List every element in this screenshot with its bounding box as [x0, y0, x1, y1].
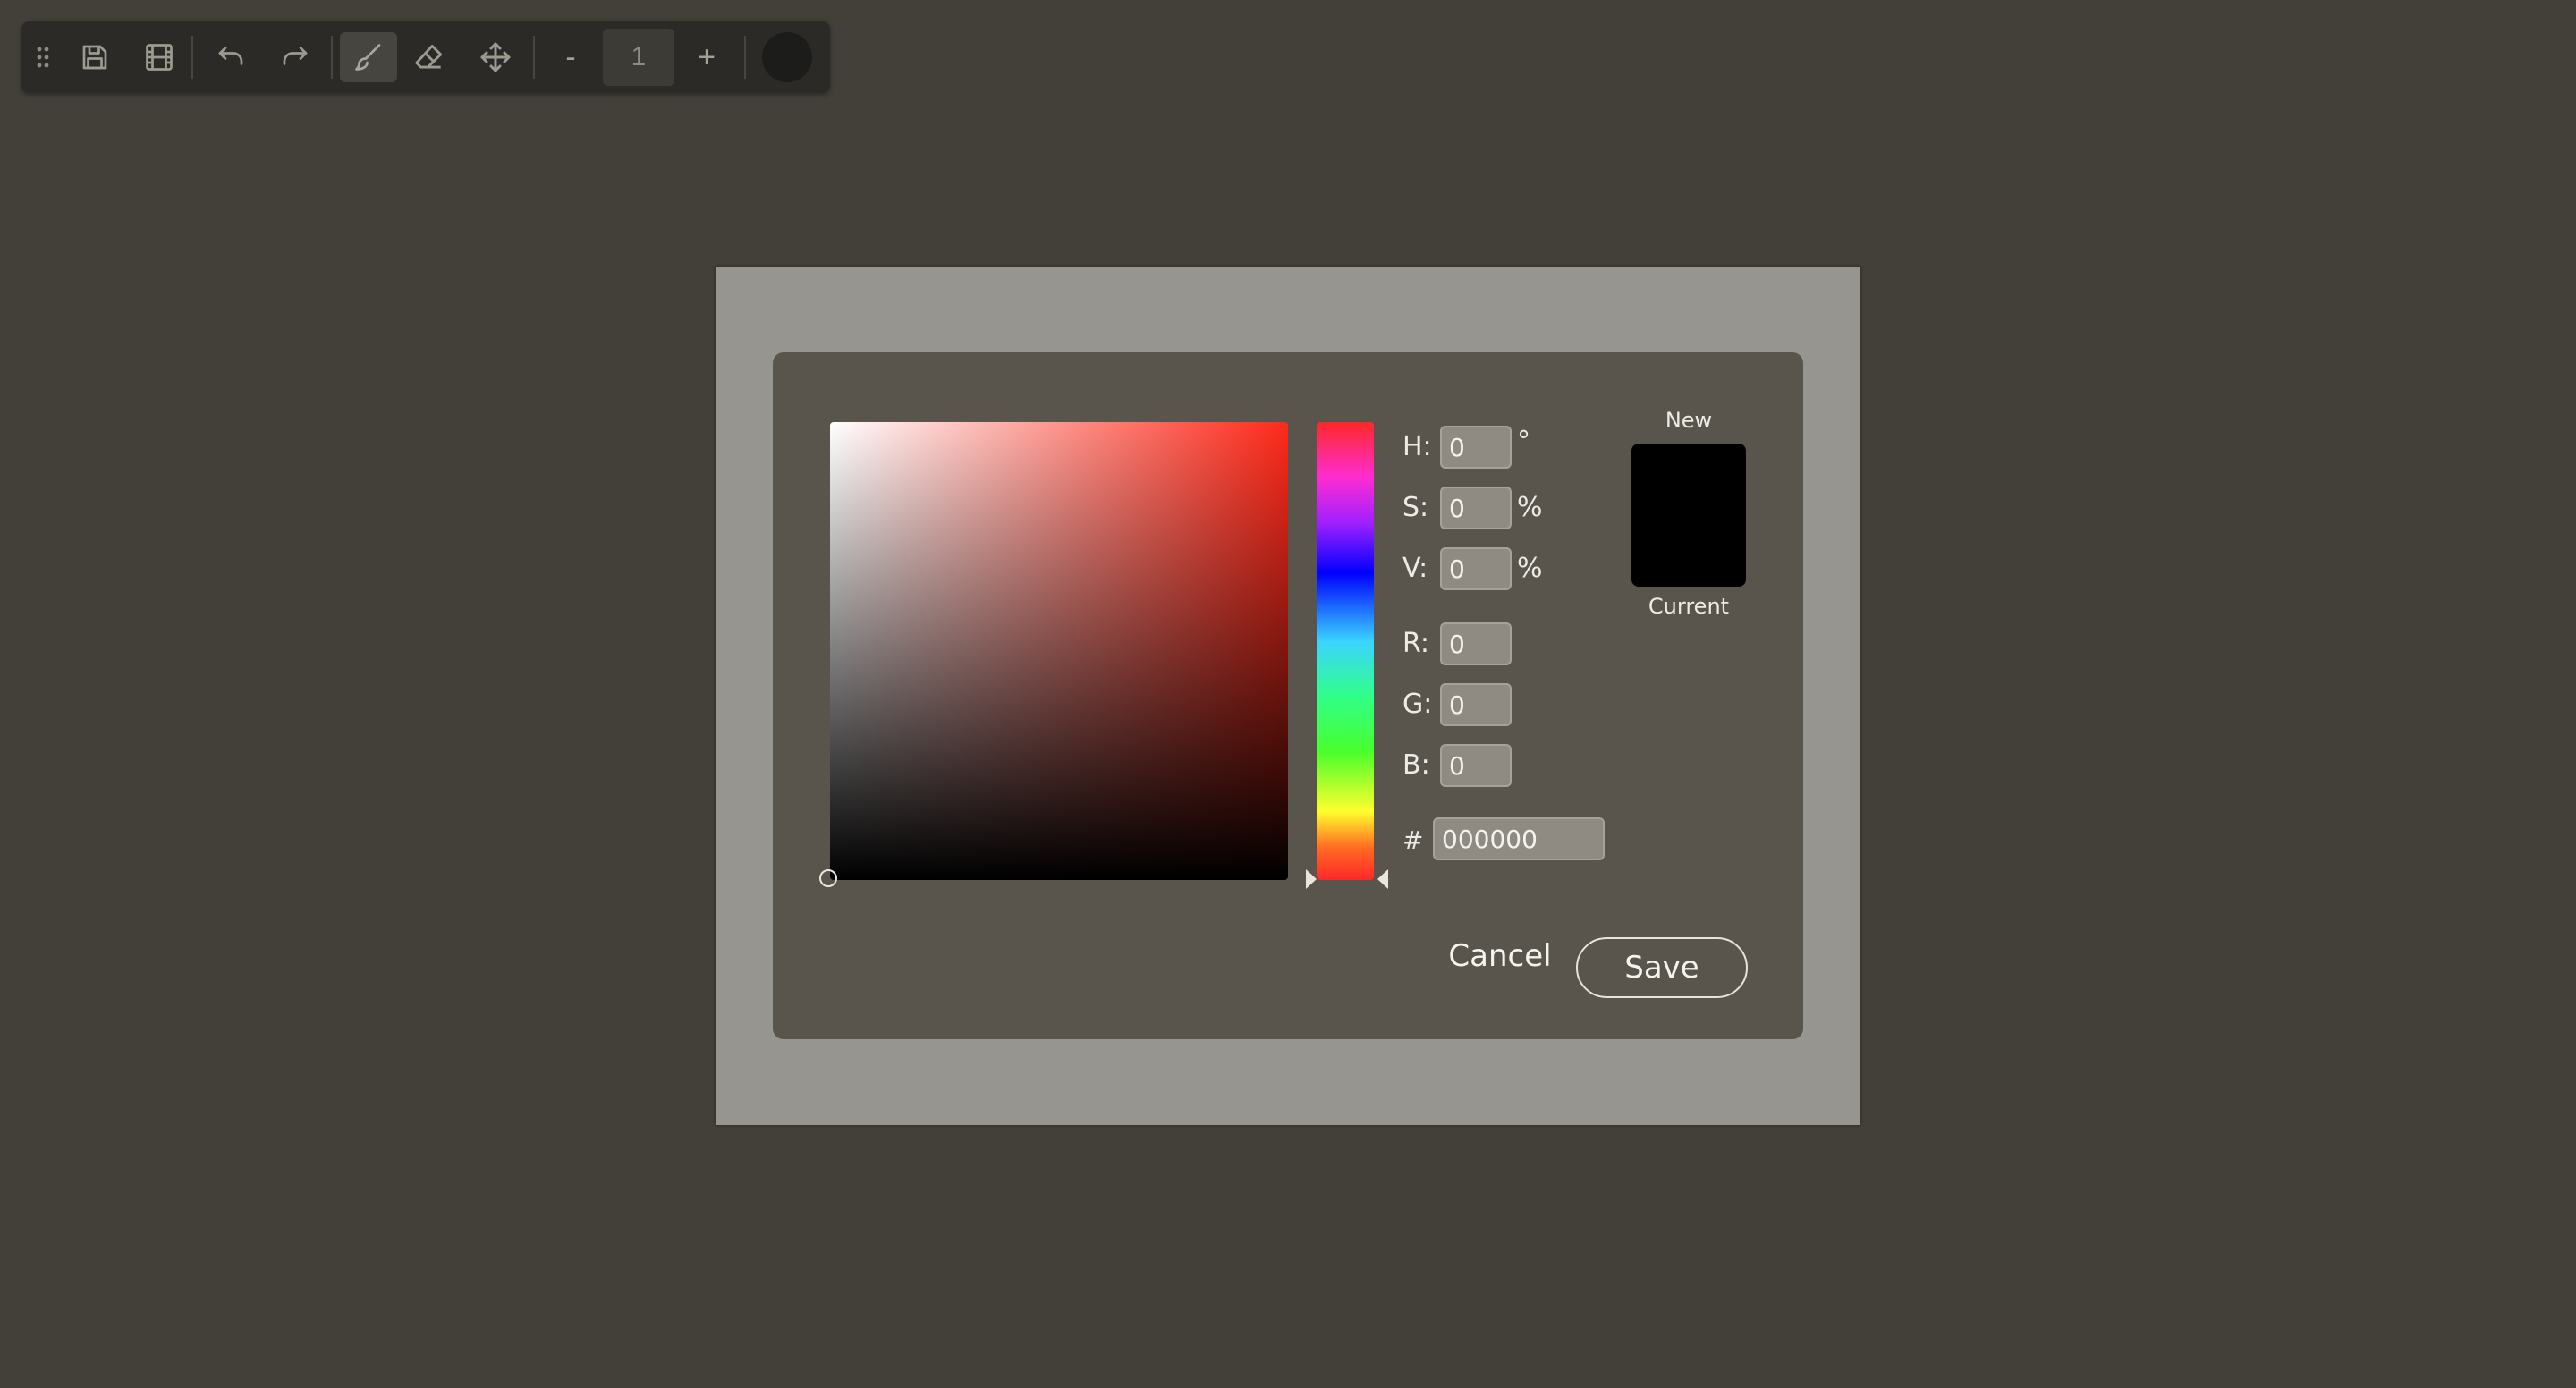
- blue-label: B:: [1402, 749, 1430, 781]
- zoom-out-button[interactable]: -: [549, 32, 592, 82]
- move-icon[interactable]: [470, 32, 521, 82]
- film-icon[interactable]: [134, 32, 184, 82]
- save-button[interactable]: Save: [1576, 937, 1748, 998]
- brush-size-field[interactable]: 1: [603, 29, 674, 86]
- value-unit: %: [1517, 553, 1543, 584]
- current-color-label: Current: [1648, 594, 1730, 619]
- hex-label: #: [1402, 825, 1424, 855]
- value-input[interactable]: [1440, 547, 1512, 590]
- toolbar-divider: [533, 36, 535, 79]
- hex-input[interactable]: [1433, 817, 1605, 860]
- eraser-icon[interactable]: [404, 32, 454, 82]
- red-input[interactable]: [1440, 622, 1512, 665]
- undo-icon[interactable]: [206, 32, 256, 82]
- toolbar-divider: [191, 36, 193, 79]
- brush-icon[interactable]: [340, 32, 397, 82]
- hue-slider-handle-right[interactable]: [1377, 869, 1388, 889]
- hue-label: H:: [1402, 431, 1432, 462]
- value-label: V:: [1402, 553, 1428, 584]
- save-icon[interactable]: [70, 32, 120, 82]
- green-label: G:: [1402, 689, 1433, 720]
- hue-slider-handle-left[interactable]: [1306, 869, 1317, 889]
- saturation-input[interactable]: [1440, 487, 1512, 529]
- redo-icon[interactable]: [270, 32, 320, 82]
- drag-handle-icon[interactable]: [29, 32, 57, 82]
- new-color-label: New: [1665, 408, 1713, 433]
- zoom-in-button[interactable]: +: [685, 32, 728, 82]
- hue-input[interactable]: [1440, 426, 1512, 469]
- red-label: R:: [1402, 628, 1430, 659]
- toolbar-divider: [744, 36, 746, 79]
- saturation-value-area[interactable]: [830, 422, 1288, 880]
- green-input[interactable]: [1440, 683, 1512, 726]
- saturation-unit: %: [1517, 492, 1543, 523]
- saturation-label: S:: [1402, 492, 1429, 523]
- current-color-swatch[interactable]: [1631, 515, 1746, 587]
- toolbar: - 1 +: [21, 21, 830, 93]
- current-color-button[interactable]: [762, 32, 812, 82]
- sv-picker-handle[interactable]: [819, 869, 837, 887]
- hue-unit: °: [1517, 426, 1530, 457]
- cancel-button[interactable]: Cancel: [1415, 925, 1585, 987]
- hue-slider[interactable]: [1317, 422, 1374, 880]
- toolbar-divider: [331, 36, 333, 79]
- color-preview-swatch: [1631, 444, 1746, 587]
- new-color-swatch: [1631, 444, 1746, 515]
- blue-input[interactable]: [1440, 744, 1512, 787]
- color-picker-dialog: H: ° S: % V: % R: G: B: # New Current Ca…: [773, 352, 1803, 1039]
